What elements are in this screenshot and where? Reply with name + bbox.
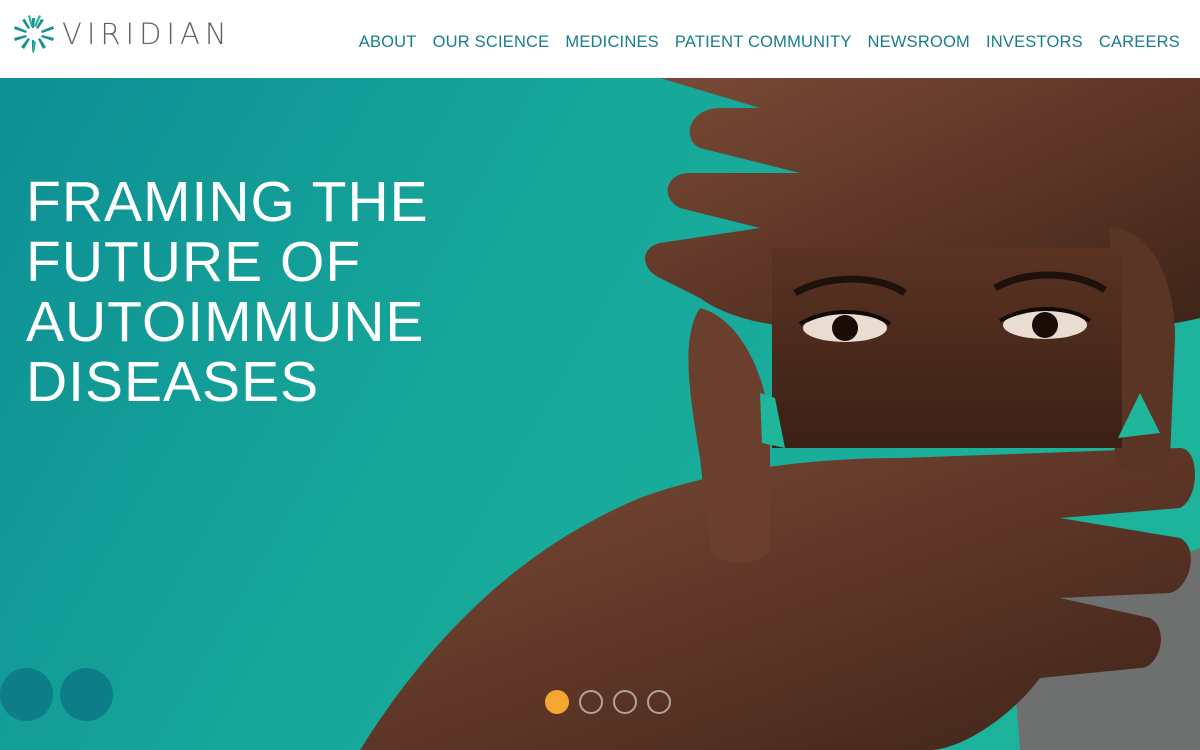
nav-newsroom[interactable]: NEWSROOM [868, 33, 970, 52]
nav-medicines[interactable]: MEDICINES [565, 33, 658, 52]
carousel-dot-3[interactable] [613, 690, 637, 714]
carousel-prev-button[interactable] [0, 668, 53, 721]
carousel-dot-2[interactable] [579, 690, 603, 714]
hero-headline-line: FUTURE OF [26, 230, 362, 294]
nav-patient-community[interactable]: PATIENT COMMUNITY [675, 33, 852, 52]
brand-name: VIRIDIAN [62, 17, 232, 51]
site-header: VIRIDIAN ABOUT OUR SCIENCE MEDICINES PAT… [0, 0, 1200, 78]
carousel-dot-1[interactable] [545, 690, 569, 714]
nav-investors[interactable]: INVESTORS [986, 33, 1083, 52]
hero-headline-line: AUTOIMMUNE [26, 290, 425, 354]
nav-careers[interactable]: CAREERS [1099, 33, 1180, 52]
main-nav: ABOUT OUR SCIENCE MEDICINES PATIENT COMM… [359, 33, 1180, 52]
nav-our-science[interactable]: OUR SCIENCE [433, 33, 550, 52]
carousel-pagination [545, 690, 671, 714]
hero-headline-line: FRAMING THE [26, 170, 429, 234]
hero-headline-line: DISEASES [26, 350, 320, 414]
hero-headline: FRAMING THE FUTURE OF AUTOIMMUNE DISEASE… [26, 172, 546, 412]
nav-about[interactable]: ABOUT [359, 33, 417, 52]
carousel-dot-4[interactable] [647, 690, 671, 714]
viridian-star-icon [14, 15, 54, 53]
hero-carousel: FRAMING THE FUTURE OF AUTOIMMUNE DISEASE… [0, 78, 1200, 750]
carousel-next-button[interactable] [60, 668, 113, 721]
viridian-logo[interactable]: VIRIDIAN [12, 14, 232, 54]
